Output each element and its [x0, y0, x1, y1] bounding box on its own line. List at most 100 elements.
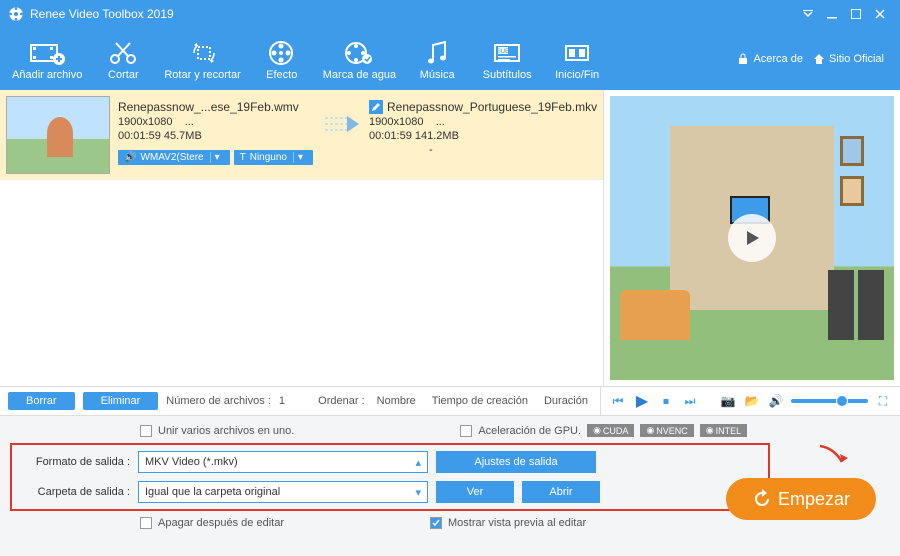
merge-checkbox[interactable]	[140, 425, 152, 437]
file-row[interactable]: Renepassnow_...ese_19Feb.wmv 1900x1080 .…	[0, 90, 603, 180]
shutdown-checkbox[interactable]	[140, 517, 152, 529]
gpu-checkbox[interactable]	[460, 425, 472, 437]
speaker-icon: 🔊	[124, 152, 136, 163]
audio-codec-pill[interactable]: 🔊WMAV2(Stere▾	[118, 150, 230, 165]
subtitle-icon: SUB	[492, 37, 522, 69]
snapshot-button[interactable]: 📷	[719, 394, 737, 408]
cut-button[interactable]: Cortar	[88, 35, 158, 83]
chevron-down-icon: ▾	[415, 486, 421, 499]
effect-button[interactable]: Efecto	[247, 35, 317, 83]
file-list: Renepassnow_...ese_19Feb.wmv 1900x1080 .…	[0, 90, 604, 386]
subtitle-pill[interactable]: TNinguno▾	[234, 150, 313, 165]
remove-button[interactable]: Eliminar	[83, 392, 159, 410]
conversion-arrow-icon	[321, 96, 361, 136]
app-title: Renee Video Toolbox 2019	[30, 7, 174, 21]
svg-text:SUB: SUB	[497, 49, 509, 55]
source-duration-size: 00:01:59 45.7MB	[118, 130, 313, 142]
start-end-button[interactable]: Inicio/Fin	[542, 35, 612, 83]
fullscreen-button[interactable]: ⛶	[874, 394, 892, 409]
output-filename: Renepassnow_Portuguese_19Feb.mkv	[387, 100, 597, 114]
watermark-icon	[344, 37, 374, 69]
next-button[interactable]: ⏭	[681, 394, 699, 409]
output-folder-label: Carpeta de salida :	[20, 486, 130, 498]
output-extra: -	[369, 144, 597, 156]
about-link[interactable]: Acerca de	[737, 53, 803, 65]
merge-label: Unir varios archivos en uno.	[158, 425, 294, 437]
shutdown-label: Apagar después de editar	[158, 517, 284, 529]
filmstrip-plus-icon	[29, 37, 65, 69]
open-button[interactable]: Abrir	[522, 481, 600, 503]
volume-slider[interactable]	[791, 399, 868, 403]
output-resolution: 1900x1080	[369, 116, 423, 128]
official-site-link[interactable]: Sitio Oficial	[813, 53, 884, 65]
cuda-badge: ◉ CUDA	[587, 424, 634, 437]
open-folder-button[interactable]: 📂	[743, 394, 761, 408]
subtitle-label: Subtítulos	[483, 69, 532, 81]
annotation-arrow-icon	[816, 442, 850, 470]
effect-label: Efecto	[266, 69, 297, 81]
delete-button[interactable]: Borrar	[8, 392, 75, 410]
view-button[interactable]: Ver	[436, 481, 514, 503]
edit-icon[interactable]	[369, 100, 383, 114]
file-count-label: Número de archivos :	[166, 395, 271, 407]
sort-by-time[interactable]: Tiempo de creación	[428, 395, 532, 407]
sort-by-duration[interactable]: Duración	[540, 395, 592, 407]
chevron-down-icon: ▾	[293, 152, 307, 163]
app-logo-icon	[8, 6, 24, 22]
play-overlay-button[interactable]	[728, 214, 776, 262]
output-format-combo[interactable]: MKV Video (*.mkv) ▴	[138, 451, 428, 473]
menu-dropdown-icon[interactable]	[796, 2, 820, 26]
title-bar: Renee Video Toolbox 2019	[0, 0, 900, 28]
output-settings-panel: Unir varios archivos en uno. Aceleración…	[0, 416, 900, 556]
start-end-label: Inicio/Fin	[555, 69, 599, 81]
rotate-crop-icon	[188, 37, 218, 69]
prev-button[interactable]: ⏮	[609, 394, 627, 409]
rotate-crop-button[interactable]: Rotar y recortar	[158, 35, 246, 83]
volume-icon[interactable]: 🔊	[767, 394, 785, 408]
list-action-bar: Borrar Eliminar Número de archivos : 1 O…	[0, 386, 600, 416]
preview-label: Mostrar vista previa al editar	[448, 517, 586, 529]
start-end-icon	[562, 37, 592, 69]
sort-by-name[interactable]: Nombre	[373, 395, 420, 407]
watermark-label: Marca de agua	[323, 69, 396, 81]
main-toolbar: Añadir archivo Cortar Rotar y recortar E…	[0, 28, 900, 90]
output-duration-size: 00:01:59 141.2MB	[369, 130, 597, 142]
home-icon	[813, 53, 825, 65]
subtitle-button[interactable]: SUB Subtítulos	[472, 35, 542, 83]
play-button[interactable]: ▶	[633, 391, 651, 411]
sort-label: Ordenar :	[318, 395, 364, 407]
output-folder-combo[interactable]: Igual que la carpeta original ▾	[138, 481, 428, 503]
music-label: Música	[420, 69, 455, 81]
intel-badge: ◉ INTEL	[700, 424, 747, 437]
cut-label: Cortar	[108, 69, 139, 81]
stop-button[interactable]: ⏹	[657, 394, 675, 409]
file-count-value: 1	[279, 395, 285, 407]
watermark-button[interactable]: Marca de agua	[317, 35, 402, 83]
minimize-button[interactable]	[820, 2, 844, 26]
preview-video[interactable]	[610, 96, 894, 380]
nvenc-badge: ◉ NVENC	[640, 424, 693, 437]
maximize-button[interactable]	[844, 2, 868, 26]
file-thumbnail	[6, 96, 110, 174]
close-button[interactable]	[868, 2, 892, 26]
chevron-up-icon: ▴	[415, 456, 421, 469]
preview-checkbox[interactable]	[430, 517, 442, 529]
source-filename: Renepassnow_...ese_19Feb.wmv	[118, 100, 313, 114]
rotate-crop-label: Rotar y recortar	[164, 69, 240, 81]
output-format-label: Formato de salida :	[20, 456, 130, 468]
add-file-button[interactable]: Añadir archivo	[6, 35, 88, 83]
chevron-down-icon: ▾	[210, 152, 224, 163]
film-reel-icon	[267, 37, 297, 69]
add-file-label: Añadir archivo	[12, 69, 82, 81]
output-settings-button[interactable]: Ajustes de salida	[436, 451, 596, 473]
refresh-icon	[752, 489, 772, 509]
music-button[interactable]: Música	[402, 35, 472, 83]
preview-panel	[604, 90, 900, 386]
player-controls: ⏮ ▶ ⏹ ⏭ 📷 📂 🔊 ⛶	[600, 386, 900, 416]
text-icon: T	[240, 152, 246, 163]
start-button[interactable]: Empezar	[726, 478, 876, 520]
source-resolution: 1900x1080	[118, 116, 172, 128]
gpu-label: Aceleración de GPU.	[478, 425, 581, 437]
music-note-icon	[425, 37, 449, 69]
scissors-icon	[108, 37, 138, 69]
